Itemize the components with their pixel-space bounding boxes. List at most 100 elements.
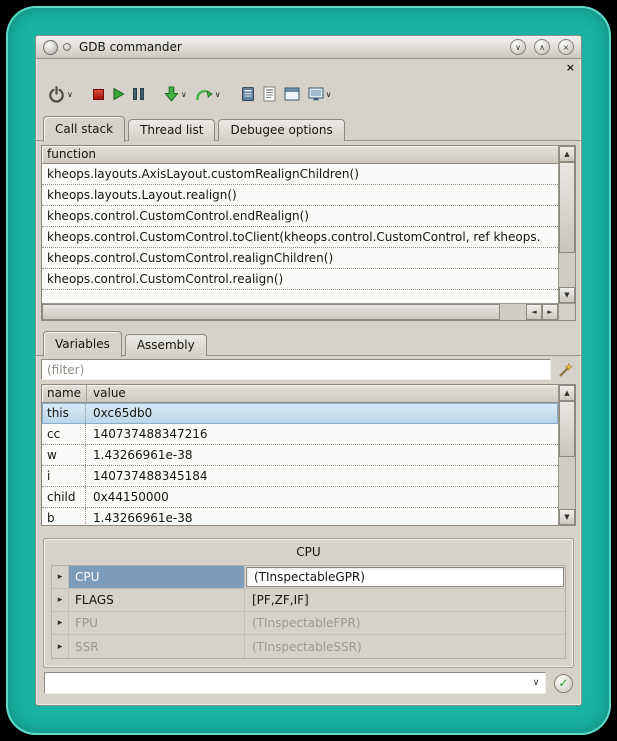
scroll-down-icon[interactable]: ▼	[559, 509, 575, 525]
step-over-dropdown-icon[interactable]: ∨	[215, 90, 221, 99]
variable-row[interactable]: cc 140737488347216	[42, 424, 558, 445]
debug-toolbar: ∨ ∨ ∨	[36, 75, 581, 113]
cpu-register-group[interactable]: CPU	[69, 566, 245, 588]
scrollbar-corner	[558, 303, 575, 320]
chevron-down-icon: ∨	[515, 43, 521, 52]
cpu-inspector: ▸ CPU (TInspectableGPR) ▸ FLAGS [PF,ZF,I…	[51, 565, 566, 659]
vscroll-thumb[interactable]	[559, 401, 575, 457]
tab-call-stack[interactable]: Call stack	[43, 116, 125, 142]
step-over-icon	[195, 87, 213, 102]
tab-variables[interactable]: Variables	[43, 331, 122, 357]
expand-icon[interactable]: ▸	[52, 566, 69, 588]
cpu-register-value[interactable]: (TInspectableGPR)	[246, 567, 564, 587]
close-button[interactable]: ×	[558, 39, 574, 55]
shade-button[interactable]: ∨	[510, 39, 526, 55]
callstack-row[interactable]: kheops.control.CustomControl.realignChil…	[42, 248, 558, 269]
cpu-row[interactable]: ▸ FLAGS [PF,ZF,IF]	[52, 589, 565, 612]
cpu-groupbox: CPU ▸ CPU (TInspectableGPR) ▸ FLAGS [PF,…	[43, 538, 574, 668]
window-view-button[interactable]	[284, 87, 300, 101]
cpu-register-group[interactable]: SSR	[69, 635, 245, 658]
titlebar[interactable]: GDB commander ∨ ∧ ×	[36, 36, 581, 59]
run-button[interactable]	[112, 87, 125, 101]
log-icon	[263, 86, 276, 102]
variable-row[interactable]: this 0xc65db0	[42, 403, 558, 424]
variable-row[interactable]: b 1.43266961e-38	[42, 508, 558, 525]
variable-name-cell: i	[42, 466, 86, 486]
hscroll-thumb[interactable]	[42, 304, 500, 320]
callstack-row[interactable]: kheops.control.CustomControl.realign()	[42, 269, 558, 290]
cpu-register-value: (TInspectableFPR)	[245, 612, 565, 634]
callstack-hscrollbar[interactable]: ◄ ►	[42, 303, 558, 320]
step-over-button[interactable]: ∨	[195, 87, 221, 102]
callstack-row[interactable]: kheops.control.CustomControl.toClient(kh…	[42, 227, 558, 248]
expand-icon[interactable]: ▸	[52, 635, 69, 658]
cpu-register-group[interactable]: FLAGS	[69, 589, 245, 611]
callstack-row[interactable]: kheops.control.CustomControl.endRealign(…	[42, 206, 558, 227]
gdb-commander-window: GDB commander ∨ ∧ × × ∨	[35, 35, 582, 706]
vscroll-thumb[interactable]	[559, 162, 575, 253]
check-icon: ✓	[558, 676, 568, 690]
cpu-row[interactable]: ▸ CPU (TInspectableGPR)	[52, 566, 565, 589]
dock-close-button[interactable]: ×	[566, 62, 575, 73]
scroll-down-icon[interactable]: ▼	[559, 287, 575, 303]
maximize-button[interactable]: ∧	[534, 39, 550, 55]
variable-value-cell: 140737488347216	[86, 427, 558, 441]
step-into-button[interactable]: ∨	[164, 86, 187, 102]
execute-command-button[interactable]: ✓	[554, 674, 573, 693]
tab-thread-list[interactable]: Thread list	[128, 119, 215, 141]
command-bar: ∨ ✓	[36, 672, 581, 705]
power-dropdown-icon[interactable]: ∨	[67, 90, 73, 99]
variable-row[interactable]: child 0x44150000	[42, 487, 558, 508]
screen-icon	[308, 87, 324, 102]
window-icon	[284, 87, 300, 101]
variable-name-cell: b	[42, 508, 86, 525]
variable-value-cell: 1.43266961e-38	[86, 448, 558, 462]
variable-row[interactable]: i 140737488345184	[42, 466, 558, 487]
cpu-register-value: (TInspectableSSR)	[245, 635, 565, 658]
callstack-row[interactable]: kheops.layouts.Layout.realign()	[42, 185, 558, 206]
window-title: GDB commander	[79, 40, 502, 54]
tab-assembly[interactable]: Assembly	[125, 334, 207, 356]
callstack-vscrollbar[interactable]: ▲ ▼	[558, 146, 575, 303]
dock-header: ×	[36, 59, 581, 75]
callstack-column-header[interactable]: function	[42, 146, 558, 164]
variables-vscrollbar[interactable]: ▲ ▼	[558, 385, 575, 525]
scroll-right-icon[interactable]: ►	[542, 304, 558, 320]
expand-icon[interactable]: ▸	[52, 612, 69, 634]
screen-dropdown-icon[interactable]: ∨	[326, 90, 332, 99]
variable-name-cell: w	[42, 445, 86, 465]
stop-button[interactable]	[93, 89, 104, 100]
filter-input[interactable]	[41, 359, 551, 380]
log-button[interactable]	[263, 86, 276, 102]
command-input[interactable]	[45, 673, 527, 693]
scroll-left-icon[interactable]: ◄	[526, 304, 542, 320]
pin-icon[interactable]	[63, 43, 71, 51]
command-combobox[interactable]: ∨	[44, 672, 546, 694]
pause-button[interactable]	[133, 88, 144, 100]
cpu-register-group[interactable]: FPU	[69, 612, 245, 634]
expand-icon[interactable]: ▸	[52, 589, 69, 611]
variables-table: name value this 0xc65db0 cc 140737488347…	[41, 384, 576, 526]
stack-tabbar: Call stack Thread list Debugee options	[36, 113, 581, 141]
scroll-up-icon[interactable]: ▲	[559, 146, 575, 162]
cpu-row[interactable]: ▸ FPU (TInspectableFPR)	[52, 612, 565, 635]
variable-value-cell: 0xc65db0	[86, 406, 558, 420]
wand-icon	[558, 362, 574, 378]
cpu-row[interactable]: ▸ SSR (TInspectableSSR)	[52, 635, 565, 658]
variables-header-name[interactable]: name	[42, 385, 87, 402]
report-button[interactable]	[241, 86, 255, 102]
filter-options-button[interactable]	[556, 361, 576, 379]
callstack-row[interactable]: kheops.layouts.AxisLayout.customRealignC…	[42, 164, 558, 185]
scroll-up-icon[interactable]: ▲	[559, 385, 575, 401]
splitter[interactable]	[36, 321, 581, 328]
combo-dropdown-icon[interactable]: ∨	[527, 673, 545, 693]
callstack-list: function kheops.layouts.AxisLayout.custo…	[42, 146, 558, 303]
variables-header-value[interactable]: value	[87, 385, 558, 402]
stop-icon	[93, 89, 104, 100]
power-button[interactable]: ∨	[48, 86, 73, 103]
tab-debugee-options[interactable]: Debugee options	[218, 119, 344, 141]
step-into-dropdown-icon[interactable]: ∨	[181, 90, 187, 99]
variable-row[interactable]: w 1.43266961e-38	[42, 445, 558, 466]
screen-options-button[interactable]: ∨	[308, 87, 332, 102]
variable-value-cell: 0x44150000	[86, 490, 558, 504]
